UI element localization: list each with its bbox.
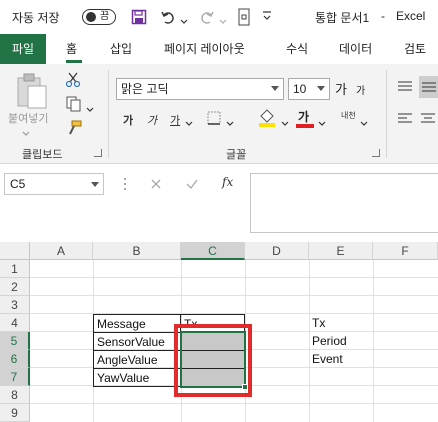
tab-data[interactable]: 데이터	[339, 34, 372, 64]
row-header-4[interactable]: 4	[0, 314, 30, 332]
align-middle-button[interactable]	[419, 76, 438, 98]
align-center-icon[interactable]	[420, 112, 436, 129]
autosave-toggle[interactable]: 끔	[82, 9, 116, 25]
row-header-5[interactable]: 5	[0, 332, 30, 350]
column-header-f[interactable]: F	[373, 242, 438, 260]
customize-toolbar-icon[interactable]	[262, 10, 272, 25]
bold-button[interactable]: 가	[123, 112, 133, 128]
tab-formulas[interactable]: 수식	[286, 34, 308, 64]
fill-color-dropdown-icon[interactable]	[281, 116, 289, 130]
name-box-value: C5	[10, 177, 26, 191]
font-color-dropdown-icon[interactable]	[318, 116, 326, 130]
cell-b5[interactable]: SensorValue	[93, 332, 181, 351]
borders-icon[interactable]	[206, 110, 222, 129]
undo-icon[interactable]	[160, 9, 176, 28]
phonetic-dropdown-icon[interactable]	[360, 116, 368, 130]
name-box[interactable]: C5	[4, 173, 104, 195]
underline-button[interactable]: 가	[170, 112, 180, 128]
cell-e6[interactable]: Event	[309, 350, 373, 368]
italic-button[interactable]: 가	[147, 112, 157, 128]
column-header-e[interactable]: E	[309, 242, 373, 260]
font-color-button[interactable]: 가	[298, 108, 309, 125]
row-header-3[interactable]: 3	[0, 296, 30, 314]
font-size-select[interactable]: 10	[288, 78, 330, 100]
ribbon: 붙여넣기 클립보드 맑은 고딕 10 가 가 가 가 가 가 내천 글꼴	[0, 64, 438, 164]
redo-icon[interactable]	[199, 9, 215, 28]
grow-font-button[interactable]: 가	[335, 79, 347, 98]
font-color-swatch	[296, 124, 314, 128]
undo-dropdown-icon[interactable]	[180, 14, 188, 28]
title-bar: 자동 저장 끔 통합 문서1 - Excel	[0, 0, 438, 34]
formula-input[interactable]	[250, 173, 438, 233]
underline-dropdown-icon[interactable]	[185, 116, 193, 130]
group-divider	[386, 70, 387, 158]
column-header-a[interactable]: A	[30, 242, 93, 260]
font-group-label: 글꼴	[226, 149, 247, 161]
save-icon[interactable]	[131, 9, 147, 28]
document-title: 통합 문서1	[315, 11, 370, 25]
row-header-6[interactable]: 6	[0, 350, 30, 368]
column-header-b[interactable]: B	[93, 242, 181, 260]
ribbon-tabs: 파일 홈 삽입 페이지 레이아웃 수식 데이터 검토	[0, 34, 438, 64]
shrink-font-button[interactable]: 가	[356, 82, 365, 97]
highlight-box	[174, 324, 252, 397]
format-painter-icon[interactable]	[66, 120, 82, 139]
row-header-7[interactable]: 7	[0, 368, 30, 386]
touch-mode-icon[interactable]	[238, 8, 250, 29]
paste-icon[interactable]	[14, 72, 50, 115]
active-tab-indicator	[66, 60, 82, 63]
row-header-9[interactable]: 9	[0, 404, 30, 422]
row-header-2[interactable]: 2	[0, 278, 30, 296]
tab-page-layout[interactable]: 페이지 레이아웃	[164, 34, 245, 64]
chevron-down-icon	[271, 86, 279, 91]
title-separator: -	[381, 9, 385, 23]
paste-label[interactable]: 붙여넣기	[8, 110, 48, 126]
tab-review[interactable]: 검토	[404, 34, 426, 64]
font-name-value: 맑은 고딕	[121, 82, 169, 96]
redo-dropdown-icon[interactable]	[219, 14, 227, 28]
cancel-entry-icon[interactable]	[150, 178, 162, 193]
column-header-c[interactable]: C	[181, 242, 245, 260]
row-header-8[interactable]: 8	[0, 386, 30, 404]
cell-b7[interactable]: YawValue	[93, 368, 181, 387]
row-header-1[interactable]: 1	[0, 260, 30, 278]
select-all-button[interactable]	[0, 242, 30, 260]
confirm-entry-icon[interactable]	[186, 178, 198, 193]
cell-b6[interactable]: AngleValue	[93, 350, 181, 369]
clipboard-launcher-icon[interactable]	[94, 149, 102, 157]
clipboard-group-label: 클립보드	[22, 149, 63, 161]
font-launcher-icon[interactable]	[372, 149, 380, 157]
fill-color-icon[interactable]	[258, 108, 276, 131]
tab-insert[interactable]: 삽입	[110, 34, 132, 64]
font-name-select[interactable]: 맑은 고딕	[116, 78, 284, 100]
insert-function-button[interactable]: fx	[222, 175, 233, 189]
copy-dropdown-icon[interactable]	[86, 102, 94, 116]
formula-buttons: fx	[140, 173, 250, 195]
column-header-d[interactable]: D	[245, 242, 309, 260]
tab-file[interactable]: 파일	[0, 34, 46, 64]
worksheet-grid: A B C D E F 1 2 3 4 5 6 7 8 9 Message Se…	[0, 242, 438, 422]
copy-icon[interactable]	[66, 96, 82, 115]
chevron-down-icon	[91, 182, 99, 187]
cell-b4[interactable]: Message	[93, 314, 181, 333]
align-top-icon[interactable]	[397, 80, 413, 97]
cell-e5[interactable]: Period	[309, 332, 373, 350]
group-divider	[108, 70, 109, 158]
autosave-label: 자동 저장	[12, 11, 60, 25]
app-name: Excel	[396, 9, 426, 23]
align-left-icon[interactable]	[397, 112, 413, 129]
formula-bar-area: C5 fx	[0, 165, 438, 242]
chevron-down-icon	[317, 86, 325, 91]
borders-dropdown-icon[interactable]	[226, 116, 234, 130]
toggle-state-label: 끔	[100, 11, 110, 22]
phonetic-button[interactable]: 내천	[341, 110, 356, 121]
font-size-value: 10	[293, 82, 307, 96]
cell-e4[interactable]: Tx	[309, 314, 373, 332]
formula-bar-grip-icon[interactable]	[123, 177, 127, 194]
paste-dropdown-icon[interactable]	[22, 126, 30, 140]
toggle-knob	[86, 12, 96, 22]
cut-icon[interactable]	[65, 72, 81, 91]
